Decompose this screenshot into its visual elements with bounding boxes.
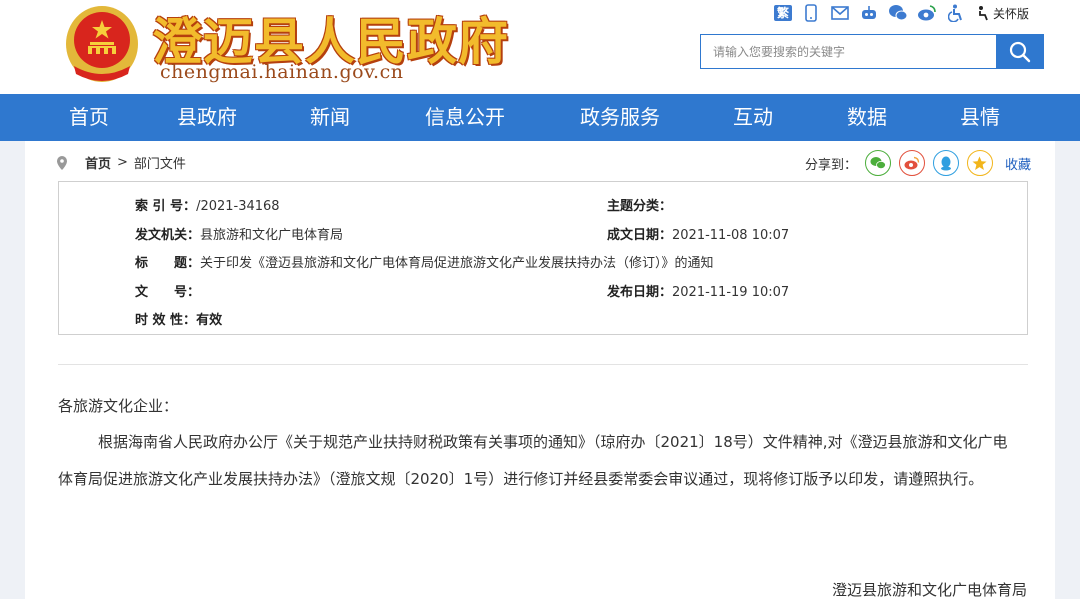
favorite-link[interactable]: 收藏 — [1005, 154, 1031, 173]
site-header: 澄迈县人民政府 chengmai.hainan.gov.cn 繁 关怀版 — [0, 0, 1080, 94]
robot-icon[interactable] — [859, 4, 879, 22]
info-written-date-value: 2021-11-08 10:07 — [672, 228, 790, 243]
nav-item-news[interactable]: 新闻 — [310, 94, 350, 141]
nav-item-county-info[interactable]: 县情 — [960, 94, 1000, 141]
info-topic-row: 主题分类： — [607, 195, 672, 214]
main-nav: 首页 县政府 新闻 信息公开 政务服务 互动 数据 县情 — [0, 94, 1080, 141]
info-docno-label: 文 号： — [135, 285, 201, 300]
article-paragraph-line-2: 体育局促进旅游文化产业发展扶持办法》（澄旅文规〔2020〕1号）进行修订并经县委… — [58, 470, 984, 488]
info-issuer-row: 发文机关：县旅游和文化广电体育局 — [135, 224, 343, 243]
wechat-icon[interactable] — [888, 4, 908, 22]
share-label: 分享到： — [804, 157, 857, 173]
breadcrumb-current[interactable]: 部门文件 — [134, 153, 186, 172]
nav-item-interaction[interactable]: 互动 — [733, 94, 773, 141]
nav-item-services[interactable]: 政务服务 — [580, 94, 660, 141]
care-mode-button[interactable]: 关怀版 — [975, 4, 1029, 22]
info-title-row: 标 题：关于印发《澄迈县旅游和文化广电体育局促进旅游文化产业发展扶持办法（修订）… — [135, 252, 714, 271]
nav-item-home[interactable]: 首页 — [69, 94, 109, 141]
section-divider — [58, 364, 1028, 365]
search-button[interactable] — [996, 35, 1043, 68]
weibo-icon[interactable] — [917, 4, 937, 22]
share-qzone-icon[interactable] — [966, 150, 993, 176]
info-validity-label: 时 效 性： — [135, 313, 197, 328]
search-input[interactable] — [701, 35, 996, 68]
info-published-date-value: 2021-11-19 10:07 — [672, 285, 790, 300]
accessibility-icon[interactable] — [946, 4, 966, 22]
info-title-value: 关于印发《澄迈县旅游和文化广电体育局促进旅游文化产业发展扶持办法（修订）》的通知 — [200, 256, 714, 271]
info-index-label: 索 引 号： — [135, 199, 197, 214]
share-qq-icon[interactable] — [932, 150, 959, 176]
location-pin-icon — [57, 155, 67, 170]
info-written-date-row: 成文日期：2021-11-08 10:07 — [607, 224, 789, 243]
info-validity-row: 时 效 性：有效 — [135, 309, 222, 328]
article-paragraph-line-1: 根据海南省人民政府办公厅《关于规范产业扶持财税政策有关事项的通知》（琼府办〔20… — [98, 433, 1008, 451]
info-index-row: 索 引 号：/2021-34168 — [135, 195, 280, 214]
breadcrumb: 首页 > 部门文件 — [57, 153, 186, 172]
article-salutation: 各旅游文化企业： — [58, 397, 179, 415]
nav-item-data[interactable]: 数据 — [847, 94, 887, 141]
share-weibo-icon[interactable] — [898, 150, 925, 176]
info-validity-value: 有效 — [196, 313, 223, 328]
document-info-box: 索 引 号：/2021-34168 主题分类： 发文机关：县旅游和文化广电体育局… — [58, 181, 1028, 335]
header-toolbar: 繁 关怀版 — [774, 3, 1029, 23]
site-domain: chengmai.hainan.gov.cn — [160, 61, 404, 83]
share-bar: 分享到： 收藏 — [805, 150, 1031, 176]
info-docno-row: 文 号： — [135, 281, 200, 300]
search-box — [700, 34, 1044, 69]
mail-icon[interactable] — [830, 4, 850, 22]
breadcrumb-home-link[interactable]: 首页 — [85, 153, 111, 172]
info-published-date-row: 发布日期：2021-11-19 10:07 — [607, 281, 789, 300]
content-card: 首页 > 部门文件 分享到： 收藏 索 引 号：/2021-34168 主题分类… — [25, 141, 1055, 599]
national-emblem-icon[interactable] — [64, 4, 140, 84]
mobile-icon[interactable] — [801, 4, 821, 22]
info-index-value: /2021-34168 — [196, 199, 280, 214]
info-issuer-value: 县旅游和文化广电体育局 — [200, 228, 344, 243]
info-published-date-label: 发布日期： — [607, 285, 673, 300]
share-wechat-icon[interactable] — [864, 150, 891, 176]
traditional-chinese-button[interactable]: 繁 — [774, 5, 792, 21]
article-signature: 澄迈县旅游和文化广电体育局 — [831, 581, 1027, 599]
nav-item-disclosure[interactable]: 信息公开 — [425, 94, 505, 141]
breadcrumb-separator: > — [117, 155, 128, 170]
info-issuer-label: 发文机关： — [135, 228, 201, 243]
nav-item-government[interactable]: 县政府 — [177, 94, 237, 141]
info-written-date-label: 成文日期： — [607, 228, 673, 243]
info-topic-label: 主题分类： — [607, 199, 673, 214]
care-mode-label: 关怀版 — [993, 6, 1030, 21]
info-title-label: 标 题： — [135, 256, 201, 271]
search-icon — [1009, 41, 1030, 62]
